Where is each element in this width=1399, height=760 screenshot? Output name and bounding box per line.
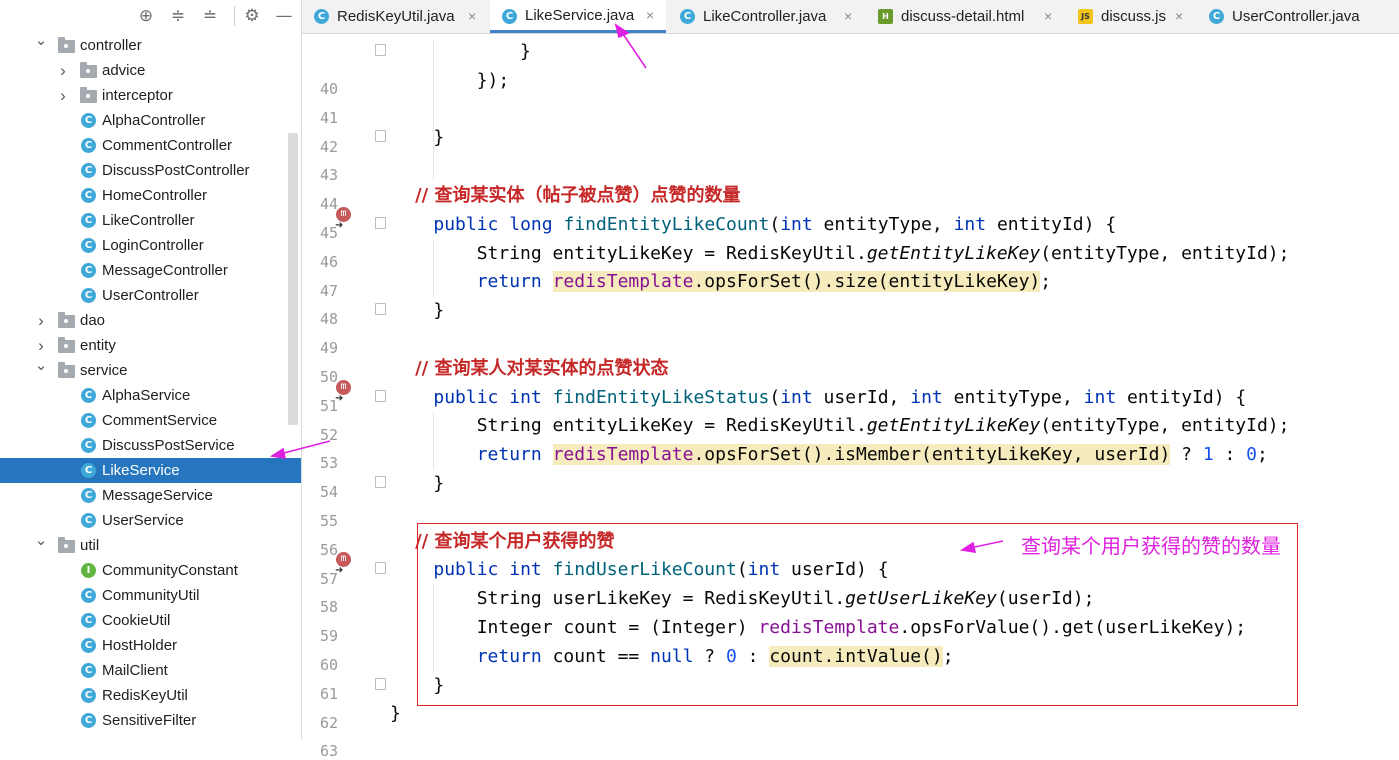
code-line[interactable]: return count == null ? 0 : count.intValu…	[390, 645, 954, 668]
code-line[interactable]: }	[390, 300, 444, 322]
fold-icon[interactable]	[375, 303, 386, 316]
tree-arrow	[279, 440, 331, 455]
code-line[interactable]: public int findEntityLikeStatus(int user…	[390, 387, 1246, 409]
code-line[interactable]: }	[390, 703, 401, 725]
fold-icon[interactable]	[375, 130, 386, 143]
indent-guide	[433, 240, 434, 298]
line-number: 63	[319, 742, 338, 760]
code-line[interactable]: Integer count = (Integer) redisTemplate.…	[390, 617, 1246, 639]
code-line[interactable]: return redisTemplate.opsForSet().size(en…	[390, 271, 1051, 293]
fold-icon[interactable]	[375, 476, 386, 488]
code-line[interactable]: }	[390, 127, 444, 149]
fold-icon[interactable]	[375, 677, 386, 690]
fold-icon[interactable]	[375, 562, 386, 575]
tab-arrow	[620, 30, 647, 69]
fold-icon[interactable]	[375, 216, 386, 229]
code-line[interactable]: public int findUserLikeCount(int userId)…	[390, 559, 888, 581]
code-line[interactable]: // 查询某人对某实体的点赞状态	[390, 358, 668, 380]
code-line[interactable]: return redisTemplate.opsForSet().isMembe…	[390, 444, 1268, 466]
code-line[interactable]: }	[390, 41, 531, 63]
gutter-arrow-icon: ➜	[335, 219, 344, 231]
fold-icon[interactable]	[375, 389, 386, 402]
fold-icon[interactable]	[375, 44, 386, 56]
code-line[interactable]: // 查询某个用户获得的赞	[390, 531, 614, 553]
code-line[interactable]: }	[390, 473, 444, 495]
gutter-arrow-icon: ➜	[335, 392, 344, 404]
code-line[interactable]: // 查询某实体（帖子被点赞）点赞的数量	[390, 185, 740, 207]
code-line[interactable]: String entityLikeKey = RedisKeyUtil.getE…	[390, 243, 1290, 265]
code-line[interactable]: public long findEntityLikeCount(int enti…	[390, 214, 1116, 236]
gutter-arrow-icon: ➜	[335, 565, 344, 577]
code-line[interactable]: String userLikeKey = RedisKeyUtil.getUse…	[390, 588, 1095, 610]
code-line[interactable]: }	[390, 675, 444, 697]
indent-guide	[433, 412, 434, 470]
code-line[interactable]: String entityLikeKey = RedisKeyUtil.getE…	[390, 415, 1290, 437]
note-arrow	[969, 540, 1004, 549]
code-line[interactable]: });	[390, 70, 510, 92]
indent-guide	[433, 584, 434, 671]
indent-guide	[433, 40, 434, 180]
tab-arrow-head	[614, 23, 630, 39]
note-arrow-head	[959, 541, 977, 553]
tree-arrow-head	[269, 447, 287, 459]
